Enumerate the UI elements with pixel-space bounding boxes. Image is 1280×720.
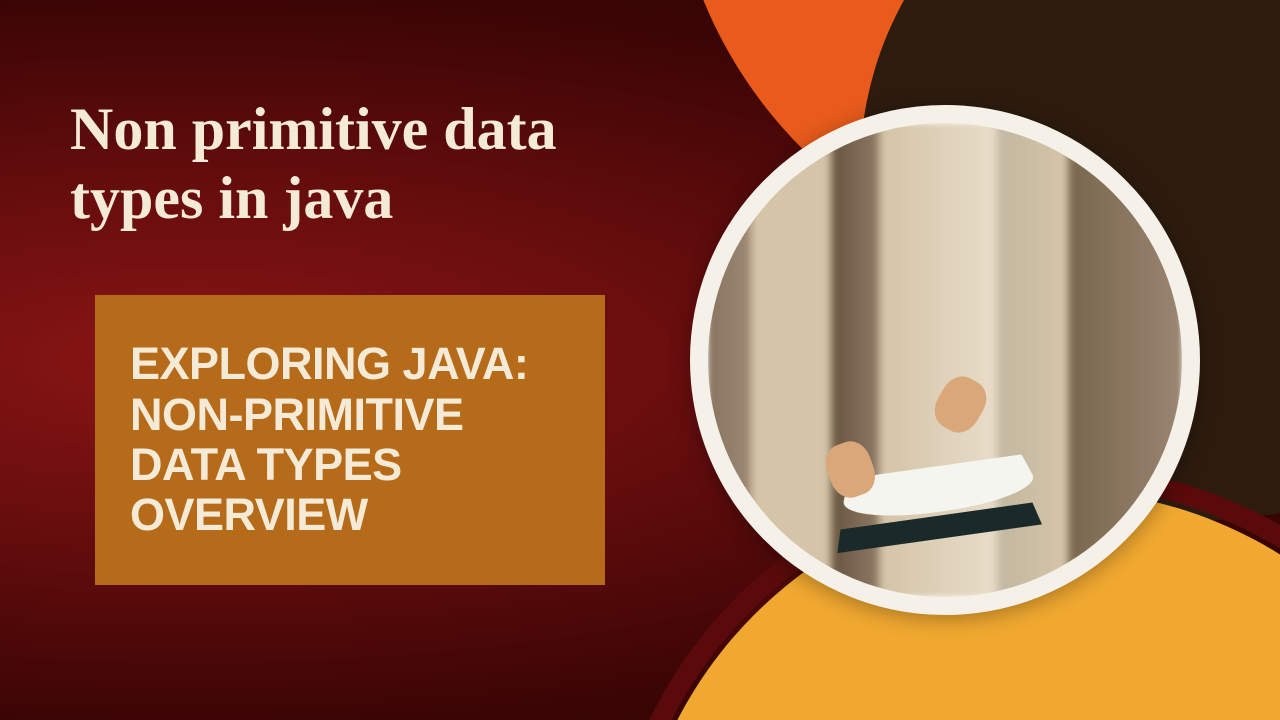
banner-canvas: Non primitive data types in java EXPLORI…: [0, 0, 1280, 720]
hero-image-circle: [690, 105, 1200, 615]
subtitle-text: EXPLORING JAVA: NON-PRIMITIVE DATA TYPES…: [130, 339, 570, 541]
subtitle-container: EXPLORING JAVA: NON-PRIMITIVE DATA TYPES…: [95, 295, 605, 585]
main-title: Non primitive data types in java: [70, 95, 670, 233]
